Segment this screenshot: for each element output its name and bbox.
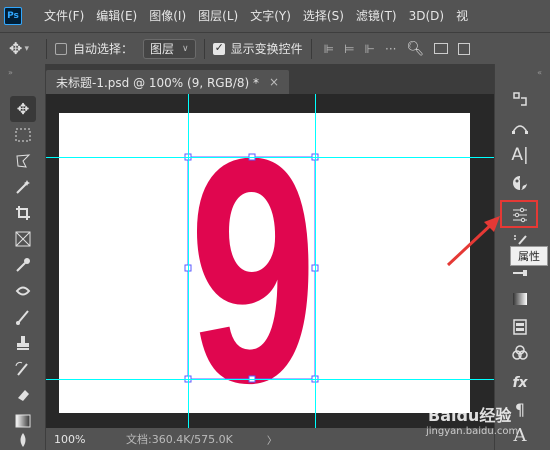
crop-tool-icon[interactable] xyxy=(10,200,36,226)
move-icon: ✥ xyxy=(9,39,23,58)
glyph-nine: 9 xyxy=(189,91,317,449)
lasso-tool-icon[interactable] xyxy=(10,148,36,174)
watermark-url: jingyan.baidu.com xyxy=(426,426,519,437)
channels-icon[interactable] xyxy=(505,314,535,340)
annotation-arrow xyxy=(446,216,500,267)
share-icon[interactable] xyxy=(458,42,471,55)
menu-bar: Ps 文件(F) 编辑(E) 图像(I) 图层(L) 文字(Y) 选择(S) 滤… xyxy=(0,0,550,32)
zoom-level[interactable]: 100% xyxy=(46,433,86,446)
auto-select-label: 自动选择： xyxy=(73,42,134,56)
paths-icon[interactable] xyxy=(505,114,535,140)
guide-vertical[interactable] xyxy=(315,94,316,428)
separator xyxy=(46,38,47,59)
guide-horizontal[interactable] xyxy=(46,157,494,158)
align-buttons: ⊫ ⊨ ⊩ ··· xyxy=(324,42,397,56)
separator xyxy=(203,38,205,59)
menu-3d[interactable]: 3D(D) xyxy=(403,0,450,32)
menu-view[interactable]: 视 xyxy=(450,0,474,32)
menu-file[interactable]: 文件(F) xyxy=(38,0,90,32)
baidu-watermark: Baidu经验 xyxy=(428,406,512,425)
more-options-icon[interactable]: ··· xyxy=(385,42,396,56)
menu-select[interactable]: 选择(S) xyxy=(297,0,350,32)
options-bar: ✥▾ 自动选择： 图层 ∨ 显示变换控件 ⊫ ⊨ ⊩ ··· 🔍︎ xyxy=(0,32,550,64)
collapse-icon[interactable]: « xyxy=(537,68,542,77)
move-tool-icon[interactable]: ✥ xyxy=(10,96,36,122)
document-info: 文档:360.4K/575.0K xyxy=(126,433,233,446)
artwork-layer[interactable]: 9 xyxy=(46,64,494,450)
eyedropper-tool-icon[interactable] xyxy=(10,252,36,278)
healing-brush-tool-icon[interactable] xyxy=(10,278,36,304)
chevron-down-icon: ∨ xyxy=(182,43,189,54)
menu-type[interactable]: 文字(Y) xyxy=(244,0,297,32)
gradient-icon[interactable] xyxy=(505,286,535,312)
auto-select-target-value: 图层 xyxy=(150,42,175,56)
eraser-tool-icon[interactable] xyxy=(10,382,36,408)
auto-select-checkbox[interactable] xyxy=(55,42,67,55)
marquee-tool-icon[interactable] xyxy=(10,122,36,148)
brush-tool-icon[interactable] xyxy=(10,304,36,330)
styles-icon[interactable]: fx xyxy=(505,370,535,396)
show-transform-label: 显示变换控件 xyxy=(230,42,303,56)
chevron-right-icon[interactable]: 〉 xyxy=(267,432,277,447)
menu-items: 文件(F) 编辑(E) 图像(I) 图层(L) 文字(Y) 选择(S) 滤镜(T… xyxy=(38,0,474,32)
character-icon[interactable]: A| xyxy=(505,142,535,168)
stamp-tool-icon[interactable] xyxy=(10,330,36,356)
document-window: 未标题-1.psd @ 100% (9, RGB/8) * × 9 100% 文… xyxy=(46,64,494,450)
show-transform-checkbox[interactable] xyxy=(212,41,225,55)
properties-tooltip: 属性 xyxy=(510,246,548,266)
magic-wand-tool-icon[interactable] xyxy=(10,174,36,200)
history-icon[interactable] xyxy=(505,86,535,112)
menu-layer[interactable]: 图层(L) xyxy=(192,0,244,32)
move-tool-preset[interactable]: ✥ ▾ xyxy=(0,39,38,58)
menu-filter[interactable]: 滤镜(T) xyxy=(350,0,403,32)
menu-edit[interactable]: 编辑(E) xyxy=(90,0,143,32)
caret-down-icon: ▾ xyxy=(24,43,29,54)
menu-image[interactable]: 图像(I) xyxy=(143,0,192,32)
workspace-icon[interactable] xyxy=(434,43,449,54)
separator xyxy=(310,38,312,59)
color-circles-icon[interactable] xyxy=(505,340,535,366)
guide-vertical[interactable] xyxy=(188,94,189,428)
search-icon[interactable]: 🔍︎ xyxy=(406,41,424,57)
align-left-icon[interactable]: ⊫ xyxy=(324,42,334,56)
tools-panel: » ✥ xyxy=(0,64,46,450)
collapse-icon[interactable]: » xyxy=(8,68,13,77)
align-center-icon[interactable]: ⊨ xyxy=(344,42,354,56)
guide-horizontal[interactable] xyxy=(46,379,494,380)
auto-select-target-dropdown[interactable]: 图层 ∨ xyxy=(143,38,196,59)
blur-tool-icon[interactable] xyxy=(10,430,36,450)
history-brush-tool-icon[interactable] xyxy=(10,356,36,382)
swatches-icon[interactable] xyxy=(505,170,535,196)
align-right-icon[interactable]: ⊩ xyxy=(365,42,375,56)
frame-tool-icon[interactable] xyxy=(10,226,36,252)
photoshop-logo: Ps xyxy=(4,7,22,25)
